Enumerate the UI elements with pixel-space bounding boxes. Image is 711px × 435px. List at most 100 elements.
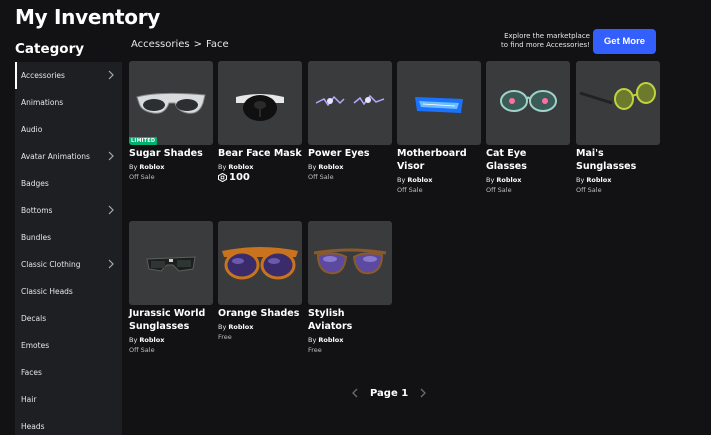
- sidebar-item-decals[interactable]: Decals: [15, 305, 122, 332]
- pagination: Page 1: [350, 387, 428, 399]
- item-creator: By Roblox: [486, 176, 522, 184]
- creator-link[interactable]: Roblox: [139, 336, 164, 344]
- sidebar-item-label: Animations: [21, 98, 64, 107]
- sidebar-item-accessories[interactable]: Accessories: [15, 62, 122, 89]
- item-creator: By Roblox: [218, 163, 254, 171]
- item-price: Off Sale: [397, 186, 423, 194]
- item-card[interactable]: LIMITED Sugar Shades By Roblox Off Sale: [129, 61, 213, 183]
- item-thumbnail: [308, 221, 392, 305]
- item-card[interactable]: Jurassic World Sunglasses By Roblox Off …: [129, 221, 213, 356]
- sidebar-item-animations[interactable]: Animations: [15, 89, 122, 116]
- item-card[interactable]: Motherboard Visor By Roblox Off Sale: [397, 61, 481, 196]
- category-heading: Category: [15, 41, 85, 57]
- sidebar-item-badges[interactable]: Badges: [15, 170, 122, 197]
- sidebar-item-label: Hair: [21, 395, 37, 404]
- sidebar-item-emotes[interactable]: Emotes: [15, 332, 122, 359]
- promo-line-1: Explore the marketplace: [504, 32, 590, 40]
- creator-link[interactable]: Roblox: [586, 176, 611, 184]
- item-name: Orange Shades: [218, 308, 300, 319]
- green-sunglasses-icon: [579, 82, 656, 110]
- creator-link[interactable]: Roblox: [318, 336, 343, 344]
- bear-mask-icon: [236, 94, 284, 121]
- sidebar-item-bottoms[interactable]: Bottoms: [15, 197, 122, 224]
- sidebar-item-classic-heads[interactable]: Classic Heads: [15, 278, 122, 305]
- item-card[interactable]: Power Eyes By Roblox Off Sale: [308, 61, 392, 183]
- item-thumbnail: [218, 221, 302, 305]
- item-thumbnail: LIMITED: [129, 61, 213, 145]
- item-price: Free: [308, 346, 322, 354]
- white-sunglasses-icon: [136, 92, 206, 114]
- item-price: Off Sale: [486, 186, 512, 194]
- item-card[interactable]: Stylish Aviators By Roblox Free: [308, 221, 392, 356]
- item-card[interactable]: Bear Face Mask By Roblox 100: [218, 61, 302, 183]
- creator-link[interactable]: Roblox: [407, 176, 432, 184]
- cat-eye-glasses-icon: [500, 90, 557, 112]
- creator-link[interactable]: Roblox: [228, 163, 253, 171]
- item-price: Off Sale: [129, 346, 155, 354]
- item-price: Free: [218, 333, 232, 341]
- item-thumbnail: [129, 221, 213, 305]
- robux-amount: 100: [229, 172, 250, 183]
- item-card[interactable]: Orange Shades By Roblox Free: [218, 221, 302, 343]
- sidebar-item-hair[interactable]: Hair: [15, 386, 122, 413]
- aviator-glasses-icon: [313, 248, 387, 275]
- chevron-left-icon[interactable]: [350, 387, 360, 399]
- sidebar-item-label: Avatar Animations: [21, 152, 90, 161]
- sidebar-item-label: Audio: [21, 125, 43, 134]
- item-thumbnail: [486, 61, 570, 145]
- sidebar-item-label: Bundles: [21, 233, 52, 242]
- item-price: Off Sale: [308, 173, 334, 181]
- item-name: Jurassic World Sunglasses: [129, 308, 206, 332]
- sidebar-item-heads[interactable]: Heads: [15, 413, 122, 435]
- item-price: Off Sale: [129, 173, 155, 181]
- chevron-right-icon: [108, 205, 114, 215]
- item-card[interactable]: Cat Eye Glasses By Roblox Off Sale: [486, 61, 570, 196]
- promo-line-2: to find more Accessories!: [501, 41, 590, 49]
- marketplace-promo-text: Explore the marketplace to find more Acc…: [488, 32, 590, 50]
- category-sidebar: Accessories Animations Audio Avatar Anim…: [15, 62, 122, 435]
- chevron-right-icon: [108, 259, 114, 269]
- item-creator: By Roblox: [308, 163, 344, 171]
- item-name: Power Eyes: [308, 148, 370, 159]
- robux-icon: [218, 173, 227, 182]
- creator-link[interactable]: Roblox: [228, 323, 253, 331]
- breadcrumb-current: Face: [206, 39, 229, 50]
- blue-visor-icon: [415, 97, 463, 113]
- breadcrumb: Accessories > Face: [131, 39, 229, 50]
- sidebar-item-classic-clothing[interactable]: Classic Clothing: [15, 251, 122, 278]
- sidebar-item-avatar-animations[interactable]: Avatar Animations: [15, 143, 122, 170]
- sidebar-item-label: Classic Heads: [21, 287, 73, 296]
- item-creator: By Roblox: [129, 336, 165, 344]
- item-price: 100: [218, 172, 302, 183]
- item-creator: By Roblox: [218, 323, 254, 331]
- sidebar-item-bundles[interactable]: Bundles: [15, 224, 122, 251]
- sidebar-item-label: Faces: [21, 368, 42, 377]
- item-creator: By Roblox: [129, 163, 165, 171]
- sidebar-item-label: Decals: [21, 314, 47, 323]
- sidebar-item-label: Accessories: [21, 71, 65, 80]
- item-card[interactable]: Mai's Sunglasses By Roblox Off Sale: [576, 61, 660, 196]
- get-more-button[interactable]: Get More: [593, 29, 656, 54]
- item-name: Sugar Shades: [129, 148, 203, 159]
- creator-link[interactable]: Roblox: [496, 176, 521, 184]
- sidebar-item-label: Bottoms: [21, 206, 53, 215]
- sidebar-item-faces[interactable]: Faces: [15, 359, 122, 386]
- breadcrumb-parent-link[interactable]: Accessories: [131, 39, 190, 50]
- page-title: My Inventory: [15, 5, 161, 29]
- limited-badge: LIMITED: [129, 137, 158, 145]
- page-label: Page 1: [370, 387, 409, 399]
- chevron-right-icon: [108, 151, 114, 161]
- item-name: Mai's Sunglasses: [576, 148, 637, 172]
- sidebar-item-label: Emotes: [21, 341, 50, 350]
- lightning-eyes-icon: [315, 94, 385, 107]
- creator-link[interactable]: Roblox: [139, 163, 164, 171]
- creator-link[interactable]: Roblox: [318, 163, 343, 171]
- sidebar-item-audio[interactable]: Audio: [15, 116, 122, 143]
- sidebar-item-label: Classic Clothing: [21, 260, 81, 269]
- item-name: Stylish Aviators: [308, 308, 353, 332]
- item-name: Cat Eye Glasses: [486, 148, 527, 172]
- chevron-right-icon[interactable]: [418, 387, 428, 399]
- item-creator: By Roblox: [576, 176, 612, 184]
- item-thumbnail: [397, 61, 481, 145]
- item-creator: By Roblox: [397, 176, 433, 184]
